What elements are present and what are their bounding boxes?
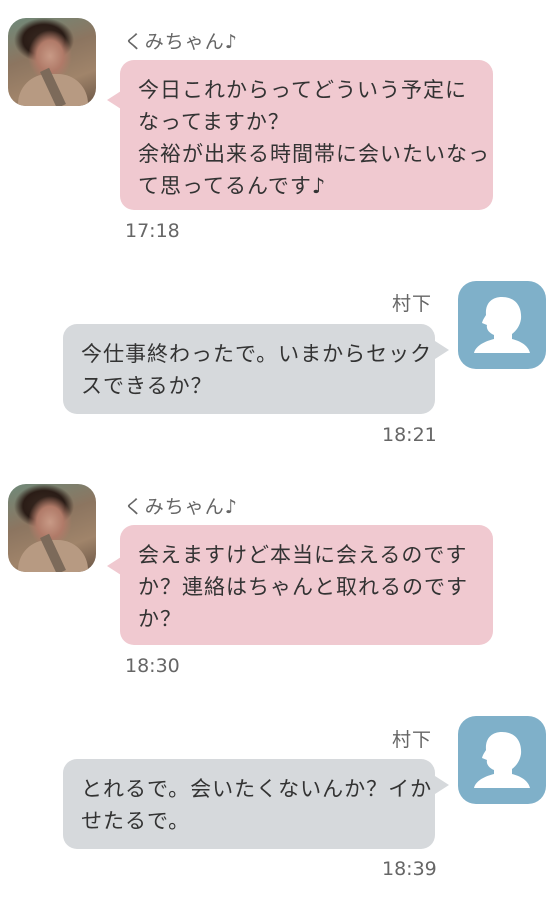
sender-name: 村下	[392, 729, 433, 751]
message-line: 会えますけど本当に会えるのです	[138, 543, 468, 567]
message-bubble[interactable]: 今仕事終わったで。いまからセック スできるか？	[63, 324, 435, 414]
message-line: とれるで。会いたくないんか？イか	[81, 777, 433, 801]
message-line: 今仕事終わったで。いまからセック	[81, 342, 433, 366]
message-time: 17:18	[125, 220, 180, 242]
message-line: 今日これからってどういう予定に	[138, 78, 467, 102]
message-line: なってますか？	[138, 110, 290, 134]
sender-name: 村下	[392, 293, 433, 315]
message-time: 18:21	[382, 424, 437, 446]
sender-avatar[interactable]	[8, 18, 96, 106]
person-silhouette-icon[interactable]	[458, 716, 546, 804]
message-line: スできるか？	[81, 374, 213, 398]
sender-name: くみちゃん♪	[124, 31, 238, 53]
message-bubble[interactable]: 会えますけど本当に会えるのです か？連絡はちゃんと取れるのです か？	[120, 525, 493, 645]
message-line: て思ってるんです♪	[138, 174, 327, 198]
person-silhouette-icon[interactable]	[458, 281, 546, 369]
message-line: せたるで。	[81, 809, 191, 833]
message-bubble[interactable]: とれるで。会いたくないんか？イか せたるで。	[63, 759, 435, 849]
message-time: 18:39	[382, 858, 437, 880]
sender-avatar[interactable]	[8, 484, 96, 572]
sender-name: くみちゃん♪	[124, 496, 238, 518]
message-line: か？連絡はちゃんと取れるのです	[138, 575, 468, 599]
message-time: 18:30	[125, 655, 180, 677]
message-line: か？	[138, 607, 182, 631]
message-line: 余裕が出来る時間帯に会いたいなっ	[138, 142, 490, 166]
message-bubble[interactable]: 今日これからってどういう予定に なってますか？ 余裕が出来る時間帯に会いたいなっ…	[120, 60, 493, 210]
